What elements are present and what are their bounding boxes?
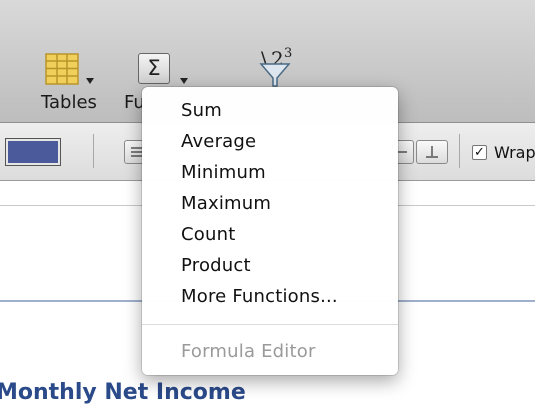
tables-label: Tables [41, 92, 97, 113]
wrap-checkbox[interactable]: ✓ [472, 145, 487, 160]
table-grid-icon [45, 53, 79, 85]
menu-item-minimum[interactable]: Minimum [181, 162, 266, 183]
menu-item-count[interactable]: Count [181, 224, 235, 245]
svg-text:3: 3 [284, 46, 292, 61]
wrap-label: Wrap [494, 143, 535, 162]
menu-item-formula-editor: Formula Editor [181, 341, 316, 362]
menu-separator [142, 324, 398, 325]
sort-filter-button[interactable]: \ 2 3 [255, 44, 305, 88]
sigma-icon: Σ [138, 53, 170, 84]
menu-item-maximum[interactable]: Maximum [181, 193, 271, 214]
menu-item-sum[interactable]: Sum [181, 100, 222, 121]
sheet-title: Monthly Net Income [0, 380, 246, 405]
fill-color-well[interactable] [5, 138, 61, 166]
sort-filter-icon: \ 2 3 [259, 46, 292, 87]
separator [459, 134, 460, 168]
chevron-down-icon [86, 78, 94, 84]
separator [93, 134, 94, 168]
menu-item-more-functions[interactable]: More Functions... [181, 286, 338, 307]
menu-item-average[interactable]: Average [181, 131, 256, 152]
valign-bottom-button[interactable] [416, 140, 448, 164]
tables-button[interactable]: Tables [40, 50, 102, 118]
functions-menu: Sum Average Minimum Maximum Count Produc… [142, 87, 398, 375]
sigma-glyph: Σ [147, 56, 161, 80]
menu-item-product[interactable]: Product [181, 255, 251, 276]
valign-bottom-icon [426, 146, 438, 158]
chevron-down-icon [180, 78, 188, 84]
